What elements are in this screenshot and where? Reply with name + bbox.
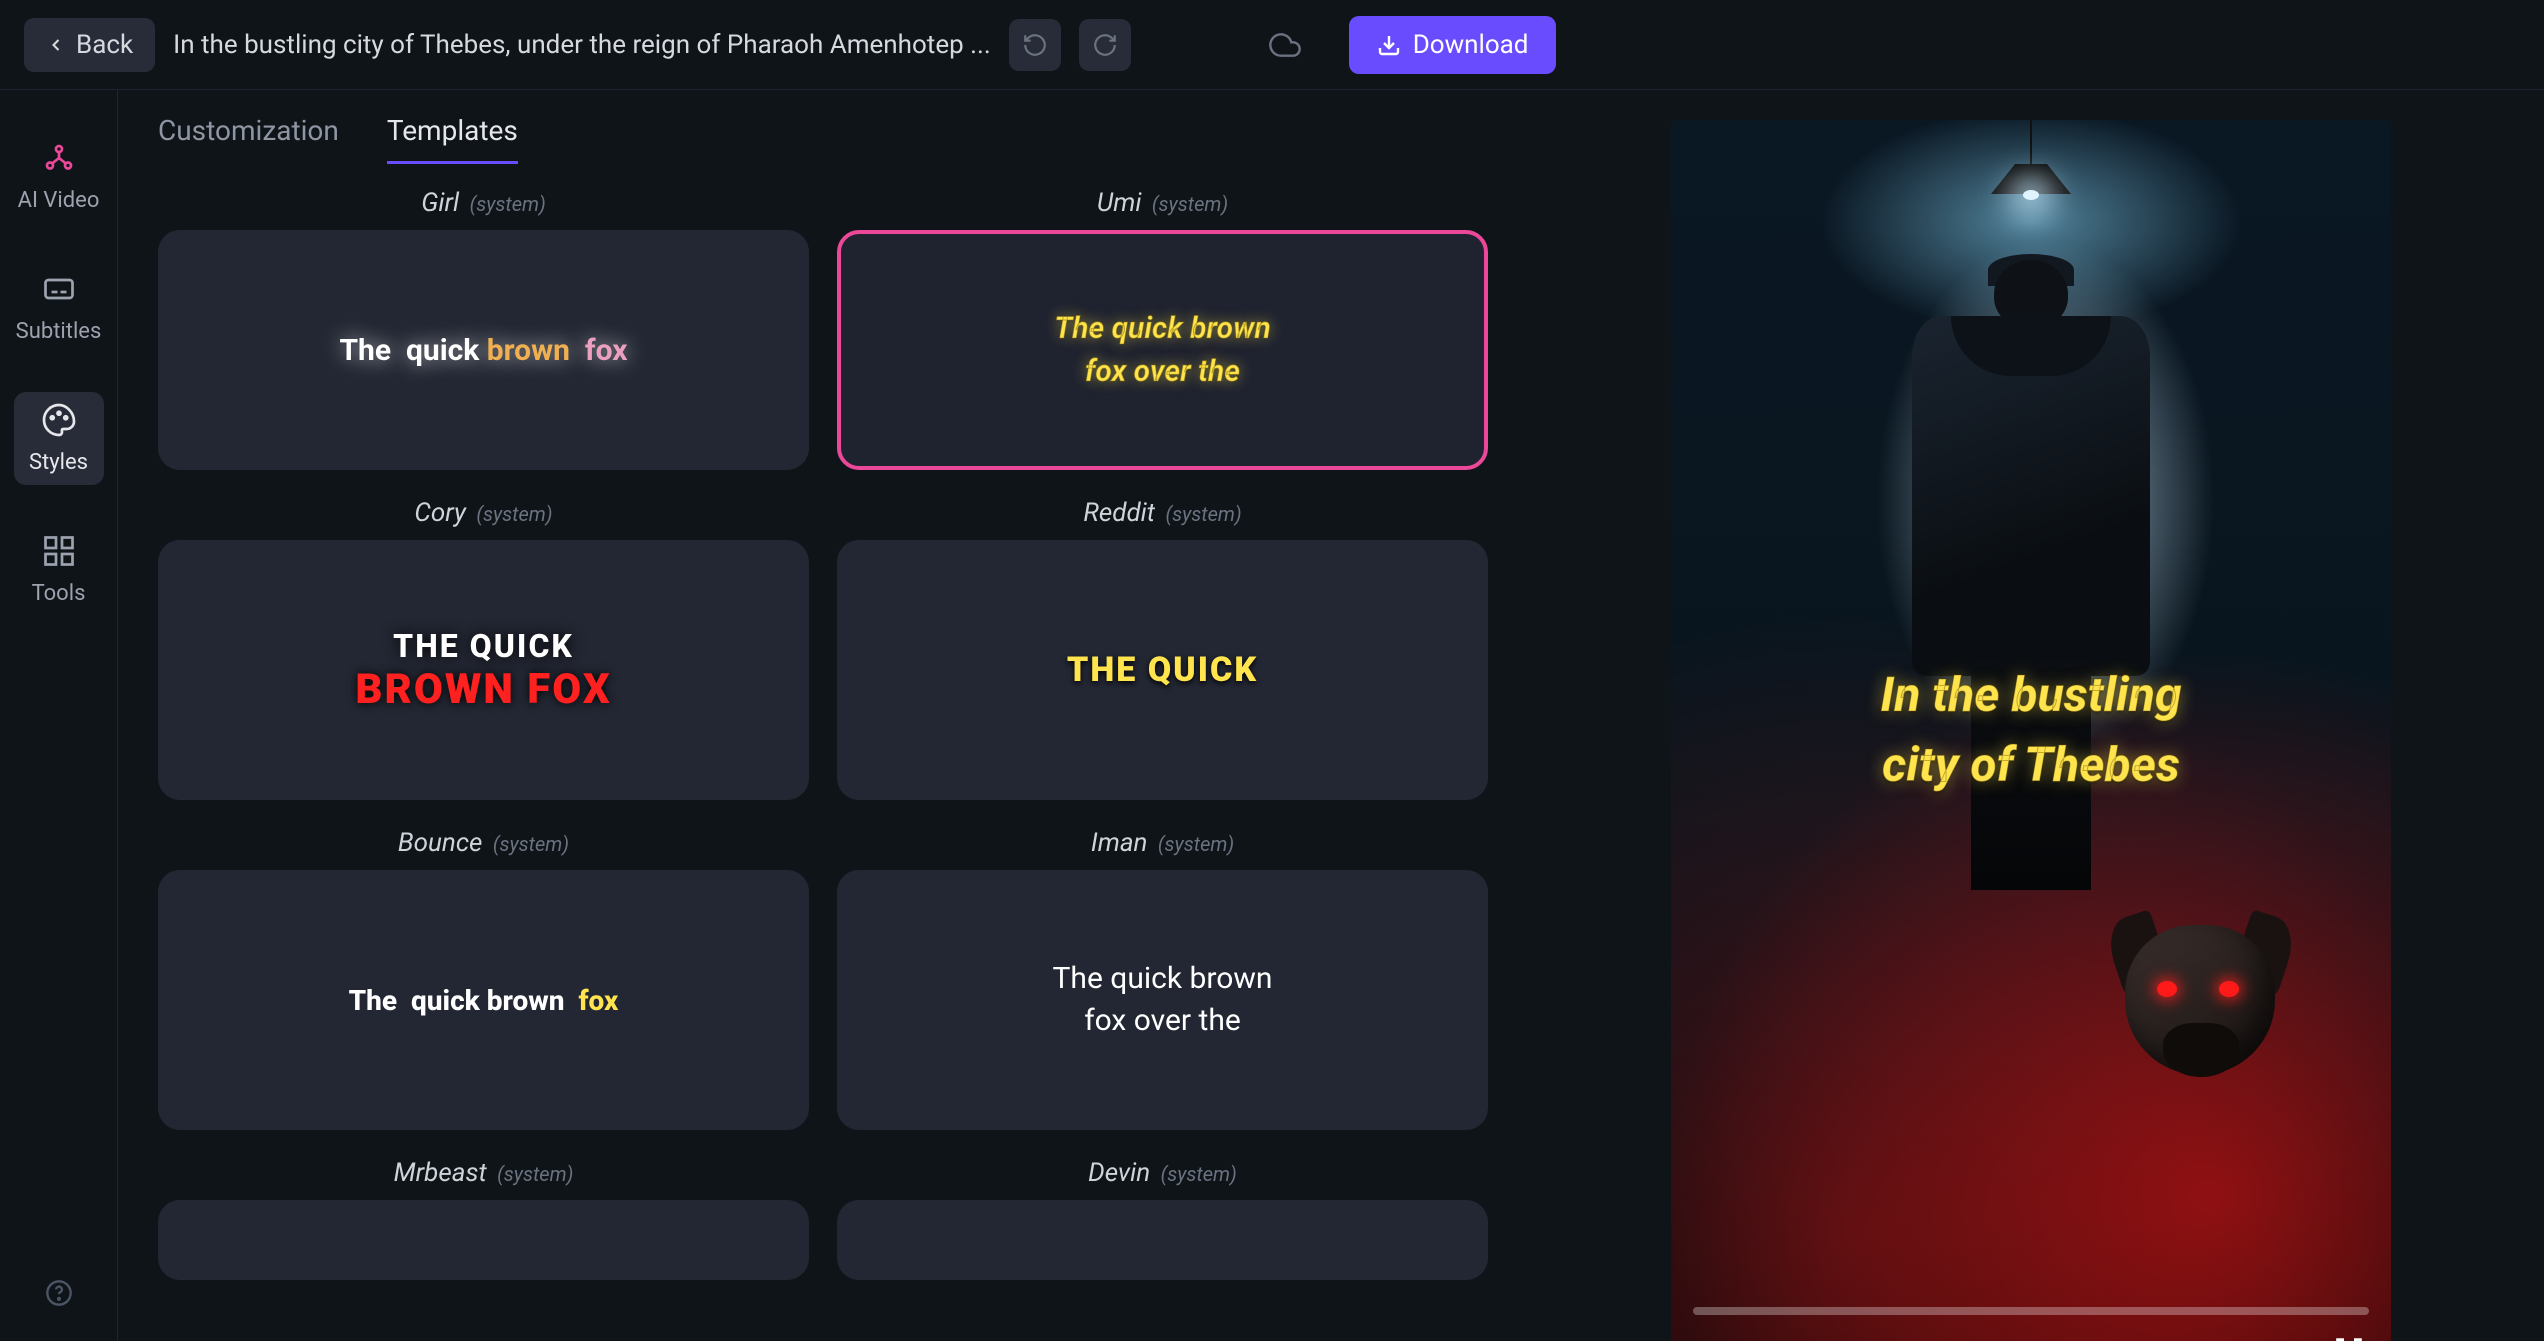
sidebar-item-styles[interactable]: Styles	[14, 392, 104, 485]
template-card-iman[interactable]: The quick brown fox over the	[837, 870, 1488, 1130]
template-name: Girl (system)	[421, 188, 546, 218]
template-cell-mrbeast: Mrbeast (system)	[158, 1158, 809, 1280]
preview-panel: In the bustling city of Thebes 0:00 / 0:…	[1518, 90, 2544, 1341]
tabs: Customization Templates	[158, 114, 1498, 164]
template-cell-iman: Iman (system) The quick brown fox over t…	[837, 828, 1488, 1130]
template-cell-devin: Devin (system)	[837, 1158, 1488, 1280]
ai-video-icon	[41, 140, 77, 176]
play-button[interactable]	[1693, 1331, 1733, 1341]
template-card-devin[interactable]	[837, 1200, 1488, 1280]
video-caption: In the bustling city of Thebes	[1707, 660, 2355, 799]
volume-button[interactable]	[1751, 1331, 1791, 1341]
sidebar-label: Tools	[32, 581, 86, 606]
back-button[interactable]: Back	[24, 18, 155, 72]
template-cell-bounce: Bounce (system) The quick brown fox	[158, 828, 809, 1130]
download-label: Download	[1413, 30, 1529, 60]
template-preview-text: THE QUICK BROWN FOX	[355, 627, 611, 714]
tab-templates[interactable]: Templates	[387, 114, 518, 164]
play-icon	[1698, 1336, 1728, 1341]
volume-icon	[1756, 1336, 1786, 1341]
sidebar-item-ai-video[interactable]: AI Video	[14, 130, 104, 223]
topbar: Back In the bustling city of Thebes, und…	[0, 0, 2544, 90]
video-preview[interactable]: In the bustling city of Thebes 0:00 / 0:…	[1671, 120, 2391, 1341]
redo-button[interactable]	[1079, 19, 1131, 71]
cloud-sync-button[interactable]	[1259, 19, 1311, 71]
sidebar: AI Video Subtitles Styles Tools	[0, 90, 118, 1341]
template-scroll[interactable]: Girl (system) The quick brown fox Umi (s…	[158, 188, 1498, 1341]
template-name: Devin (system)	[1088, 1158, 1237, 1188]
subtitles-icon	[41, 271, 77, 307]
template-card-bounce[interactable]: The quick brown fox	[158, 870, 809, 1130]
video-time: 0:00 / 0:18	[1809, 1337, 1923, 1341]
help-icon	[45, 1279, 73, 1307]
template-name: Cory (system)	[414, 498, 552, 528]
undo-icon	[1022, 32, 1048, 58]
template-cell-girl: Girl (system) The quick brown fox	[158, 188, 809, 470]
template-card-girl[interactable]: The quick brown fox	[158, 230, 809, 470]
seek-bar[interactable]	[1693, 1307, 2369, 1315]
template-cell-umi: Umi (system) The quick brown fox over th…	[837, 188, 1488, 470]
template-preview-text: THE QUICK	[1067, 650, 1258, 690]
fullscreen-icon	[2334, 1336, 2364, 1341]
fullscreen-button[interactable]	[2329, 1331, 2369, 1341]
sidebar-label: AI Video	[18, 188, 100, 213]
palette-icon	[41, 402, 77, 438]
template-name: Reddit (system)	[1083, 498, 1241, 528]
redo-icon	[1092, 32, 1118, 58]
download-button[interactable]: Download	[1349, 16, 1557, 74]
video-controls: 0:00 / 0:18	[1671, 1331, 2391, 1341]
help-button[interactable]	[45, 1279, 73, 1311]
template-card-mrbeast[interactable]	[158, 1200, 809, 1280]
sidebar-item-subtitles[interactable]: Subtitles	[14, 261, 104, 354]
template-cell-reddit: Reddit (system) THE QUICK	[837, 498, 1488, 800]
tab-customization[interactable]: Customization	[158, 114, 339, 164]
main-panel: Customization Templates Girl (system) Th…	[118, 90, 1518, 1341]
chevron-left-icon	[46, 35, 66, 55]
cloud-icon	[1269, 29, 1301, 61]
template-card-cory[interactable]: THE QUICK BROWN FOX	[158, 540, 809, 800]
template-name: Bounce (system)	[398, 828, 569, 858]
template-preview-text: The quick brown fox	[349, 984, 619, 1017]
template-cell-cory: Cory (system) THE QUICK BROWN FOX	[158, 498, 809, 800]
template-preview-text: The quick brown fox over the	[1054, 307, 1271, 394]
template-card-reddit[interactable]: THE QUICK	[837, 540, 1488, 800]
template-name: Umi (system)	[1097, 188, 1228, 218]
template-card-umi[interactable]: The quick brown fox over the	[837, 230, 1488, 470]
template-preview-text: The quick brown fox	[339, 333, 627, 368]
download-icon	[1377, 33, 1401, 57]
undo-button[interactable]	[1009, 19, 1061, 71]
sidebar-label: Subtitles	[16, 319, 102, 344]
back-label: Back	[76, 30, 133, 60]
template-name: Iman (system)	[1091, 828, 1234, 858]
project-title: In the bustling city of Thebes, under th…	[173, 30, 991, 60]
template-preview-text: The quick brown fox over the	[1053, 958, 1273, 1042]
sidebar-label: Styles	[29, 450, 88, 475]
grid-icon	[41, 533, 77, 569]
sidebar-item-tools[interactable]: Tools	[14, 523, 104, 616]
template-name: Mrbeast (system)	[394, 1158, 574, 1188]
